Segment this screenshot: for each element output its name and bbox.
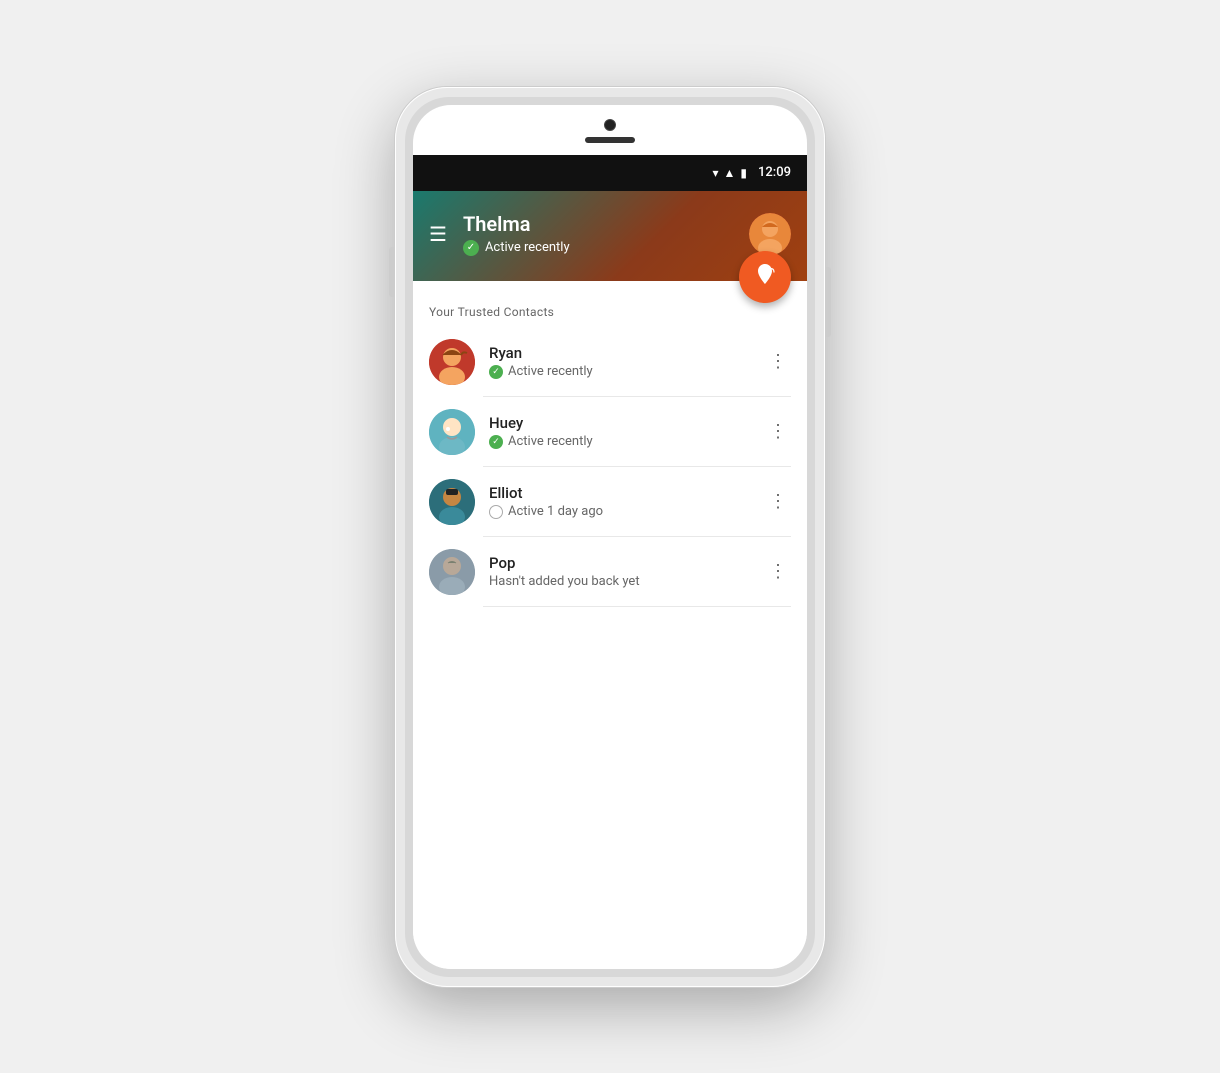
phone-device: ▾ ▲ ▮ 12:09 ☰ Thelma ✓ Active recently [395, 87, 825, 987]
signal-icon: ▲ [724, 166, 736, 180]
avatar-elliot [429, 479, 475, 525]
contact-item-huey[interactable]: Huey ✓ Active recently ⋮ [413, 397, 807, 467]
more-options-elliot[interactable]: ⋮ [765, 487, 791, 516]
header-avatar[interactable] [749, 213, 791, 255]
away-status-icon-elliot [489, 505, 503, 519]
header-contact-name: Thelma [463, 212, 570, 236]
contact-item-ryan[interactable]: Ryan ✓ Active recently ⋮ [413, 327, 807, 397]
avatar-ryan [429, 339, 475, 385]
header-info: Thelma ✓ Active recently [463, 212, 570, 256]
contact-status-text-pop: Hasn't added you back yet [489, 574, 640, 589]
contact-status-ryan: ✓ Active recently [489, 364, 765, 379]
speaker [585, 137, 635, 143]
contact-info-huey: Huey ✓ Active recently [489, 414, 765, 449]
avatar-pop [429, 549, 475, 595]
content-area: Your Trusted Contacts Ryan [413, 281, 807, 939]
status-icons: ▾ ▲ ▮ 12:09 [712, 165, 791, 180]
contact-status-text-elliot: Active 1 day ago [508, 504, 603, 519]
contact-status-elliot: Active 1 day ago [489, 504, 765, 519]
header-status: ✓ Active recently [463, 240, 570, 256]
wifi-icon: ▾ [712, 166, 718, 180]
camera [604, 119, 616, 131]
contact-name-elliot: Elliot [489, 484, 765, 502]
header-left: ☰ Thelma ✓ Active recently [429, 212, 570, 256]
contact-info-elliot: Elliot Active 1 day ago [489, 484, 765, 519]
contact-status-pop: Hasn't added you back yet [489, 574, 765, 589]
more-options-ryan[interactable]: ⋮ [765, 347, 791, 376]
contact-item-pop[interactable]: Pop Hasn't added you back yet ⋮ [413, 537, 807, 607]
contact-name-ryan: Ryan [489, 344, 765, 362]
phone-inner: ▾ ▲ ▮ 12:09 ☰ Thelma ✓ Active recently [405, 97, 815, 977]
header-active-text: Active recently [485, 240, 570, 255]
contact-status-text-huey: Active recently [508, 434, 593, 449]
bottom-padding [413, 939, 807, 969]
phone-screen: ▾ ▲ ▮ 12:09 ☰ Thelma ✓ Active recently [413, 105, 807, 969]
phone-hardware [585, 119, 635, 143]
status-bar: ▾ ▲ ▮ 12:09 [413, 155, 807, 191]
contact-status-huey: ✓ Active recently [489, 434, 765, 449]
more-options-pop[interactable]: ⋮ [765, 557, 791, 586]
location-share-fab[interactable] [739, 251, 791, 303]
contact-info-pop: Pop Hasn't added you back yet [489, 554, 765, 589]
contact-status-text-ryan: Active recently [508, 364, 593, 379]
active-status-icon-huey: ✓ [489, 435, 503, 449]
contact-info-ryan: Ryan ✓ Active recently [489, 344, 765, 379]
avatar-huey [429, 409, 475, 455]
location-pin-icon [753, 262, 777, 291]
contact-item-elliot[interactable]: Elliot Active 1 day ago ⋮ [413, 467, 807, 537]
active-check-icon: ✓ [463, 240, 479, 256]
contact-name-huey: Huey [489, 414, 765, 432]
status-time: 12:09 [758, 165, 791, 180]
battery-icon: ▮ [740, 166, 747, 180]
contact-name-pop: Pop [489, 554, 765, 572]
more-options-huey[interactable]: ⋮ [765, 417, 791, 446]
app-header: ☰ Thelma ✓ Active recently [413, 191, 807, 281]
menu-icon[interactable]: ☰ [429, 222, 447, 246]
active-status-icon-ryan: ✓ [489, 365, 503, 379]
